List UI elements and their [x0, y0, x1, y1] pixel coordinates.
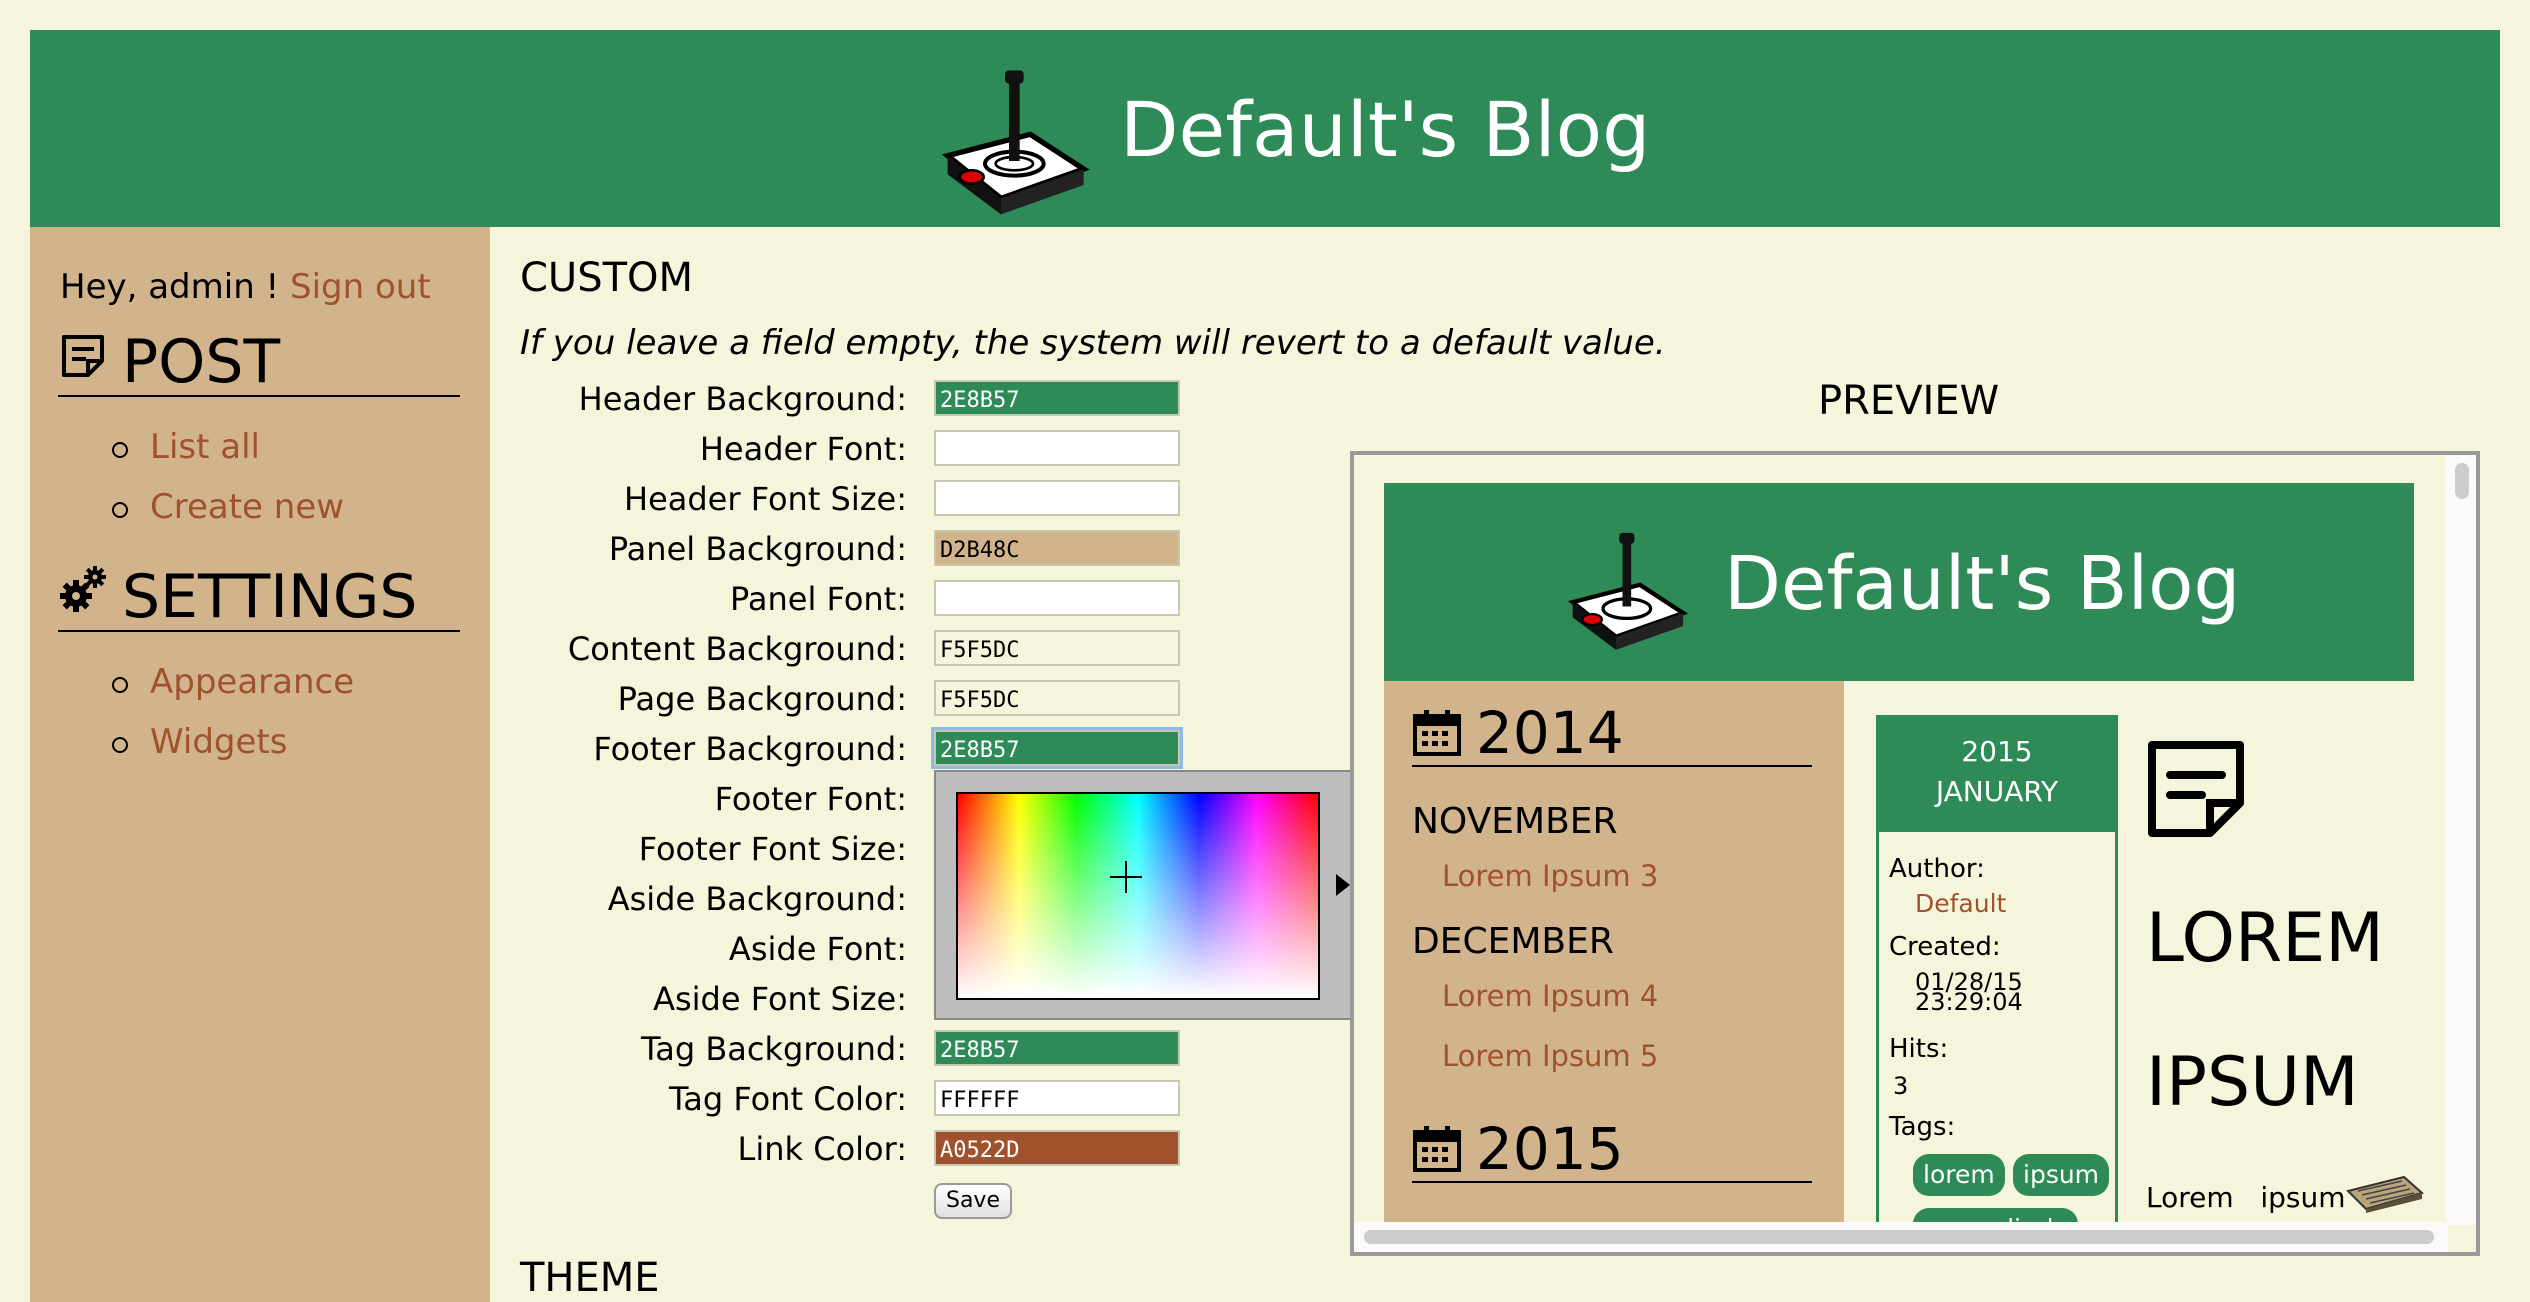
field-label: Panel Background: [608, 530, 907, 568]
field-label: Link Color: [737, 1130, 907, 1168]
list-item: Appearance [90, 662, 354, 722]
created-time: 23:29:04 [1915, 988, 2023, 1016]
post-section-title: POST [122, 327, 281, 397]
color-spectrum[interactable] [956, 792, 1320, 1000]
article-heading: LOREM [2146, 899, 2384, 978]
article-text: Lorem ipsum [2146, 1181, 2346, 1214]
preview-header: Default's Blog [1384, 483, 2414, 681]
archive-post-link[interactable]: Lorem Ipsum 5 [1442, 1039, 1658, 1073]
preview-frame[interactable]: Default's Blog 2014 NOVEMBER Lorem Ipsum… [1350, 451, 2480, 1256]
post-menu: List all Create new [90, 427, 344, 547]
calendar-icon [1413, 1126, 1461, 1172]
post-info-card: 2015 JANUARY Author: Default Created: 01… [1876, 715, 2118, 1250]
color-field[interactable]: FFFFFF [934, 1080, 1180, 1116]
article-text-word: Lorem [2146, 1181, 2234, 1214]
site-title: Default's Blog [1120, 85, 1651, 174]
tag[interactable]: ipsum [2013, 1154, 2110, 1196]
color-field[interactable]: D2B48C [934, 530, 1180, 566]
archive-post-link[interactable]: Lorem Ipsum 4 [1442, 979, 1658, 1013]
tag[interactable]: lorem [1913, 1154, 2005, 1196]
keyboard-icon [2346, 1175, 2424, 1213]
article-heading: IPSUM [2146, 1043, 2359, 1122]
color-field[interactable] [934, 580, 1180, 616]
archive-month: NOVEMBER [1412, 801, 1618, 842]
sidebar: Hey, admin ! Sign out POST List all Crea… [30, 227, 490, 1302]
scroll-thumb[interactable] [1364, 1230, 2434, 1244]
sign-out-link[interactable]: Sign out [290, 267, 431, 307]
create-new-link[interactable]: Create new [150, 487, 344, 527]
color-field[interactable]: A0522D [934, 1130, 1180, 1166]
author-label: Author: [1889, 854, 1985, 884]
archive-month: DECEMBER [1412, 921, 1614, 962]
settings-section-title: SETTINGS [122, 562, 418, 632]
field-label: Tag Background: [640, 1030, 907, 1068]
field-label: Content Background: [567, 630, 907, 668]
settings-menu: Appearance Widgets [90, 662, 354, 782]
scroll-thumb[interactable] [2455, 463, 2469, 499]
field-label: Aside Background: [607, 880, 907, 918]
field-label: Header Font Size: [624, 480, 907, 518]
color-field[interactable]: 2E8B57 [934, 380, 1180, 416]
article-text-word: ipsum [2260, 1181, 2346, 1214]
color-field[interactable] [934, 480, 1180, 516]
color-field[interactable]: 2E8B57 [931, 727, 1183, 769]
hits-label: Hits: [1889, 1034, 1949, 1064]
list-item: Create new [90, 487, 344, 547]
field-label: Header Font: [699, 430, 907, 468]
color-picker[interactable] [934, 770, 1408, 1020]
widgets-link[interactable]: Widgets [150, 722, 287, 762]
note-icon [2148, 741, 2244, 837]
page-title: CUSTOM [520, 255, 694, 301]
form-note: If you leave a field empty, the system w… [520, 323, 1666, 363]
field-label: Aside Font Size: [653, 980, 907, 1018]
vertical-scrollbar[interactable] [2446, 455, 2476, 1225]
author-link[interactable]: Default [1915, 891, 2006, 916]
created-label: Created: [1889, 932, 2001, 962]
archive-post-link[interactable]: Lorem Ipsum 3 [1442, 859, 1658, 893]
field-label: Header Background: [578, 380, 907, 418]
calendar-icon [1413, 710, 1461, 756]
field-label: Tag Font Color: [669, 1080, 907, 1118]
archive-year-label: 2014 [1476, 699, 1624, 767]
site-header: Default's Blog [30, 30, 2500, 227]
greeting: Hey, admin ! Sign out [60, 267, 431, 307]
field-label: Footer Font Size: [638, 830, 907, 868]
field-label: Page Background: [617, 680, 907, 718]
color-field[interactable] [934, 430, 1180, 466]
horizontal-scrollbar[interactable] [1354, 1222, 2448, 1252]
field-label: Footer Font: [714, 780, 907, 818]
hits-value: 3 [1893, 1072, 1909, 1100]
post-year: 2015 [1961, 735, 2033, 768]
appearance-link[interactable]: Appearance [150, 662, 354, 702]
color-field[interactable]: F5F5DC [934, 630, 1180, 666]
color-field[interactable]: F5F5DC [934, 680, 1180, 716]
joystick-icon [1567, 532, 1689, 650]
field-label: Panel Font: [730, 580, 907, 618]
greeting-text: Hey, admin ! [60, 267, 280, 307]
note-icon [62, 335, 104, 377]
field-label: Footer Background: [593, 730, 907, 768]
settings-section-heading: SETTINGS [58, 562, 460, 632]
color-field[interactable]: 2E8B57 [934, 1030, 1180, 1066]
field-label: Aside Font: [728, 930, 907, 968]
archive-year: 2015 [1412, 1115, 1812, 1183]
theme-heading: THEME [520, 1255, 660, 1301]
post-month: JANUARY [1935, 775, 2059, 808]
post-date-banner: 2015 JANUARY [1879, 718, 2115, 832]
preview-panel: 2014 NOVEMBER Lorem Ipsum 3 DECEMBER Lor… [1384, 681, 1844, 1241]
archive-year-label: 2015 [1476, 1115, 1624, 1183]
save-button[interactable]: Save [934, 1183, 1012, 1219]
preview-blog-title: Default's Blog [1724, 541, 2241, 627]
list-item: Widgets [90, 722, 354, 782]
post-section-heading: POST [58, 327, 460, 397]
value-slider-arrow-icon[interactable] [1336, 874, 1350, 896]
archive-year: 2014 [1412, 699, 1812, 767]
joystick-icon [941, 70, 1090, 215]
gears-icon [60, 566, 106, 612]
tags-label: Tags: [1889, 1112, 1956, 1142]
preview-title: PREVIEW [1818, 378, 2000, 424]
list-item: List all [90, 427, 344, 487]
crosshair-icon[interactable] [1108, 859, 1144, 895]
list-all-link[interactable]: List all [150, 427, 260, 467]
